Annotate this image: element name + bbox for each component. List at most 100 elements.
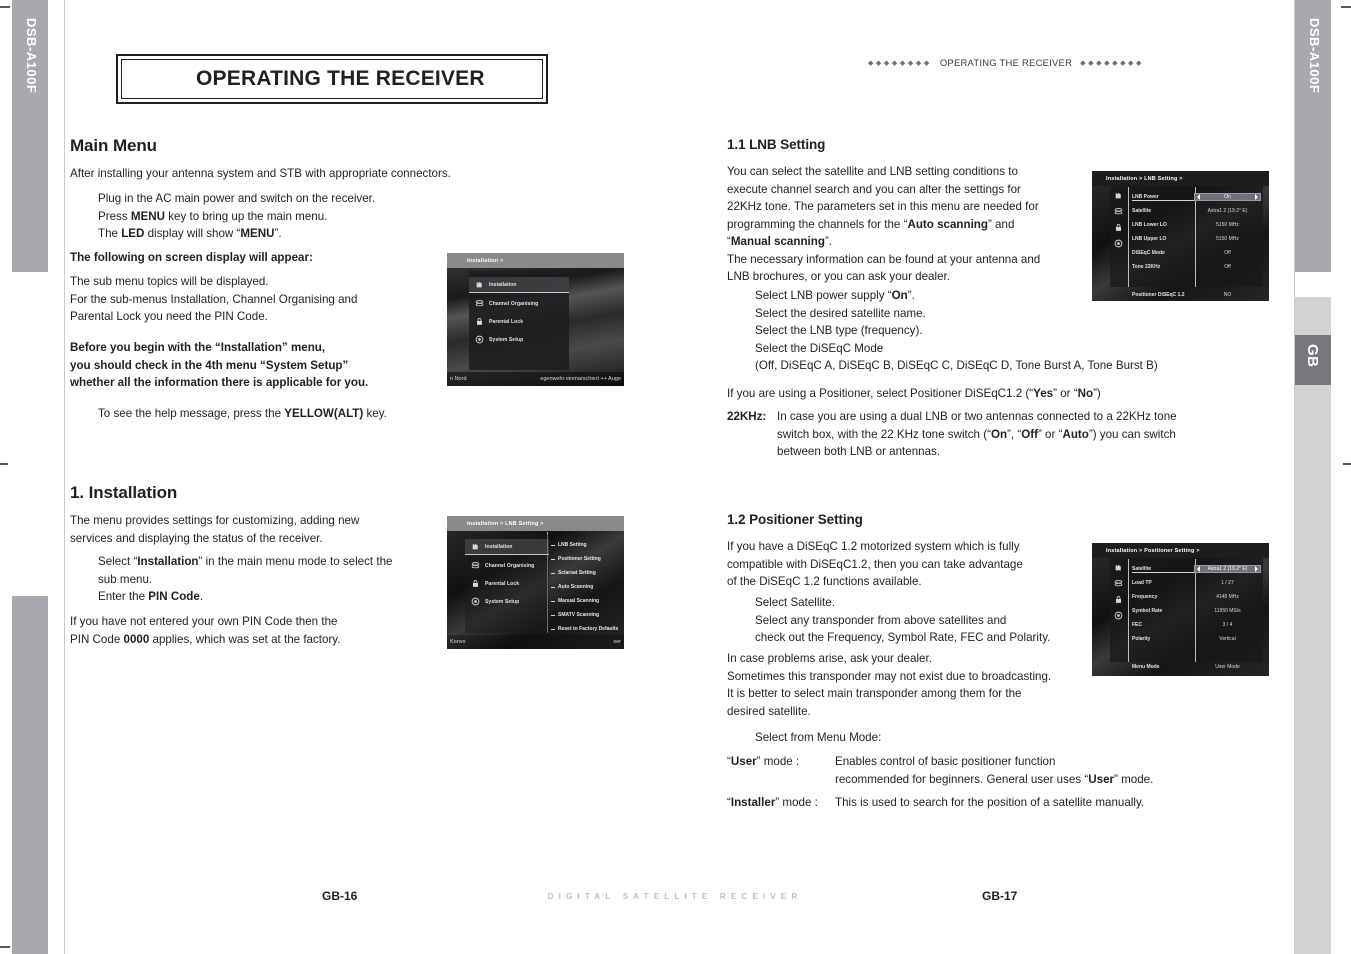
osd-submenu-item[interactable]: Positioner Setting xyxy=(551,552,624,566)
osd-setting-row[interactable]: Frequency 4148 MHz xyxy=(1132,590,1261,604)
osd-submenu-item[interactable]: Reset to Factory Defaults xyxy=(551,622,624,636)
osd-setting-row[interactable]: LNB Lower LO 5150 MHz xyxy=(1132,218,1261,232)
lnb-22khz-line-2: switch box, with the 22 KHz tone switch … xyxy=(777,427,1176,441)
osd-setting-row[interactable]: Menu Mode User Mode xyxy=(1132,660,1261,674)
osd-setting-row[interactable]: LNB Power On xyxy=(1132,190,1261,204)
osd-setting-label: Satellite xyxy=(1132,208,1152,214)
installation-step-2: Enter the PIN Code. xyxy=(98,590,204,603)
main-menu-intro: After installing your antenna system and… xyxy=(70,167,451,180)
osd-menu-item-channel-organising[interactable]: Channel Organising xyxy=(469,296,569,311)
osd-menu-panel: Installation Channel Organising Parental… xyxy=(465,534,549,633)
osd-screenshot-installation-menu: Installation > LNB Setting > Installatio… xyxy=(447,516,624,649)
osd-setting-row[interactable]: Tone 22KHz Off xyxy=(1132,260,1261,274)
osd-icon-column xyxy=(1114,563,1123,620)
osd-submenu-item[interactable]: Manual Scanning xyxy=(551,594,624,608)
lnb-22khz-label: 22KHz: xyxy=(727,410,767,423)
chevron-right-icon[interactable] xyxy=(1255,566,1258,572)
chevron-left-icon[interactable] xyxy=(1197,566,1200,572)
osd-submenu-label: SMATV Scanning xyxy=(558,612,600,618)
lock-icon xyxy=(1115,596,1122,603)
osd-screenshot-positioner-setting: Installation > Positioner Setting > Sate… xyxy=(1092,543,1269,676)
positioner-menu-mode-step: Select from Menu Mode: xyxy=(755,731,882,744)
osd-setting-row[interactable]: Load TP 1 / 27 xyxy=(1132,576,1261,590)
osd-setting-row[interactable]: DiSEqC Mode Off xyxy=(1132,246,1261,260)
osd-setting-value: Vertical xyxy=(1219,636,1236,642)
osd-setting-row[interactable]: FEC 3 / 4 xyxy=(1132,618,1261,632)
osd-setting-label: Menu Mode xyxy=(1132,664,1160,670)
osd-settings-rows: Satellite Astra1 2 (19.2° E) Load TP 1 /… xyxy=(1132,562,1261,674)
bullet-dash-icon xyxy=(551,544,555,546)
installer-mode-label: “Installer” mode : xyxy=(727,796,818,809)
osd-setting-row[interactable]: Polarity Vertical xyxy=(1132,632,1261,646)
osd-menu-label: System Setup xyxy=(485,598,520,605)
installation-icon xyxy=(1115,192,1121,199)
lnb-22khz-line-1: In case you are using a dual LNB or two … xyxy=(777,410,1177,423)
main-menu-warning-line-2: you should check in the 4th menu “System… xyxy=(70,358,349,372)
lnb-22khz-line-3: between both LNB or antennas. xyxy=(777,445,941,458)
osd-setting-value: 4148 MHz xyxy=(1216,594,1239,600)
installation-heading: 1. Installation xyxy=(70,483,178,502)
chevron-right-icon[interactable] xyxy=(1255,194,1258,200)
osd-setting-value: 5150 MHz xyxy=(1216,222,1239,228)
osd-menu-label: Installation xyxy=(485,543,513,550)
main-menu-help-line: To see the help message, press the YELLO… xyxy=(98,407,387,420)
user-mode-line-1: Enables control of basic positioner func… xyxy=(835,755,1056,768)
footer-page-number-right: GB-17 xyxy=(982,889,1018,903)
bullet-dash-icon xyxy=(551,600,555,602)
osd-setting-row[interactable]: Satellite Astra1 2 (19.2° E) xyxy=(1132,204,1261,218)
osd-submenu-list: LNB Setting Positioner Setting Sclarsat … xyxy=(551,538,624,636)
osd-setting-value: Off xyxy=(1224,264,1231,270)
osd-menu-label: Channel Organising xyxy=(489,300,539,307)
osd-menu-item-parental-lock[interactable]: Parental Lock xyxy=(469,314,569,329)
side-tab-right-band-lower xyxy=(1295,385,1331,954)
osd-menu-item-installation[interactable]: Installation xyxy=(465,539,549,555)
osd-menu-item-system-setup[interactable]: System Setup xyxy=(465,594,549,609)
installation-pin-line-2: PIN Code 0000 applies, which was set at … xyxy=(70,632,341,646)
osd-setting-value: On xyxy=(1194,193,1261,201)
positioner-note-line-4: desired satellite. xyxy=(727,704,811,718)
osd-submenu-item[interactable]: SMATV Scanning xyxy=(551,608,624,622)
osd-breadcrumb: Installation > LNB Setting > xyxy=(467,520,544,527)
osd-setting-label: Satellite xyxy=(1132,566,1194,573)
osd-setting-row[interactable]: LNB Upper LO 5150 MHz xyxy=(1132,232,1261,246)
osd-menu-item-channel-organising[interactable]: Channel Organising xyxy=(465,558,549,573)
main-menu-step-3: The LED display will show “MENU”. xyxy=(98,227,282,240)
installation-step-1-cont: sub menu. xyxy=(98,572,153,586)
chevron-left-icon[interactable] xyxy=(1197,194,1200,200)
osd-submenu-label: Sclarsat Setting xyxy=(558,570,596,576)
osd-submenu-item[interactable]: Sclarsat Setting xyxy=(551,566,624,580)
channel-icon xyxy=(471,562,480,569)
osd-setting-value: Off xyxy=(1224,250,1231,256)
osd-setting-label: DiSEqC Mode xyxy=(1132,250,1165,256)
osd-setting-label: Frequency xyxy=(1132,594,1158,600)
osd-setting-value: 5150 MHz xyxy=(1216,236,1239,242)
crop-mark-bottom-left xyxy=(0,946,10,948)
osd-ticker-right: ser xyxy=(613,639,621,645)
osd-setting-row[interactable]: Positioner DiSEqC 1.2 NO xyxy=(1132,288,1261,301)
bullet-dash-icon xyxy=(551,628,555,630)
channel-icon xyxy=(475,300,484,307)
footer-product-line: DIGITAL SATELLITE RECEIVER xyxy=(547,892,803,901)
osd-setting-row[interactable]: Symbol Rate 11950 MS/s xyxy=(1132,604,1261,618)
osd-breadcrumb-bar: Installation > LNB Setting > xyxy=(447,516,624,531)
osd-submenu-item[interactable]: Auto Scanning xyxy=(551,580,624,594)
osd-menu-item-installation[interactable]: Installation xyxy=(469,277,569,293)
lnb-step-4: Select the DiSEqC Mode xyxy=(755,341,884,355)
user-mode-line-2: recommended for beginners. General user … xyxy=(835,772,1154,786)
main-menu-heading: Main Menu xyxy=(70,136,157,155)
side-tab-model-left-label: DSB-A100F xyxy=(24,18,39,94)
lnb-setting-heading: 1.1 LNB Setting xyxy=(727,137,826,152)
osd-icon-column xyxy=(1114,191,1123,248)
osd-setting-row-spacer xyxy=(1132,646,1261,660)
osd-breadcrumb: Installation > LNB Setting > xyxy=(1106,175,1183,182)
osd-submenu-item[interactable]: LNB Setting xyxy=(551,538,624,552)
side-tab-model-left: DSB-A100F xyxy=(12,0,48,272)
osd-menu-item-system-setup[interactable]: System Setup xyxy=(469,332,569,347)
osd-screenshot-lnb-setting: Installation > LNB Setting > LNB Power O… xyxy=(1092,171,1269,301)
user-mode-label: “User” mode : xyxy=(727,755,800,768)
osd-setting-label: Load TP xyxy=(1132,580,1152,586)
lnb-para-line-3: 22KHz tone. The parameters set in this m… xyxy=(727,200,1039,213)
osd-menu-item-parental-lock[interactable]: Parental Lock xyxy=(465,576,549,591)
gear-icon xyxy=(475,335,484,344)
osd-setting-row[interactable]: Satellite Astra1 2 (19.2° E) xyxy=(1132,562,1261,576)
